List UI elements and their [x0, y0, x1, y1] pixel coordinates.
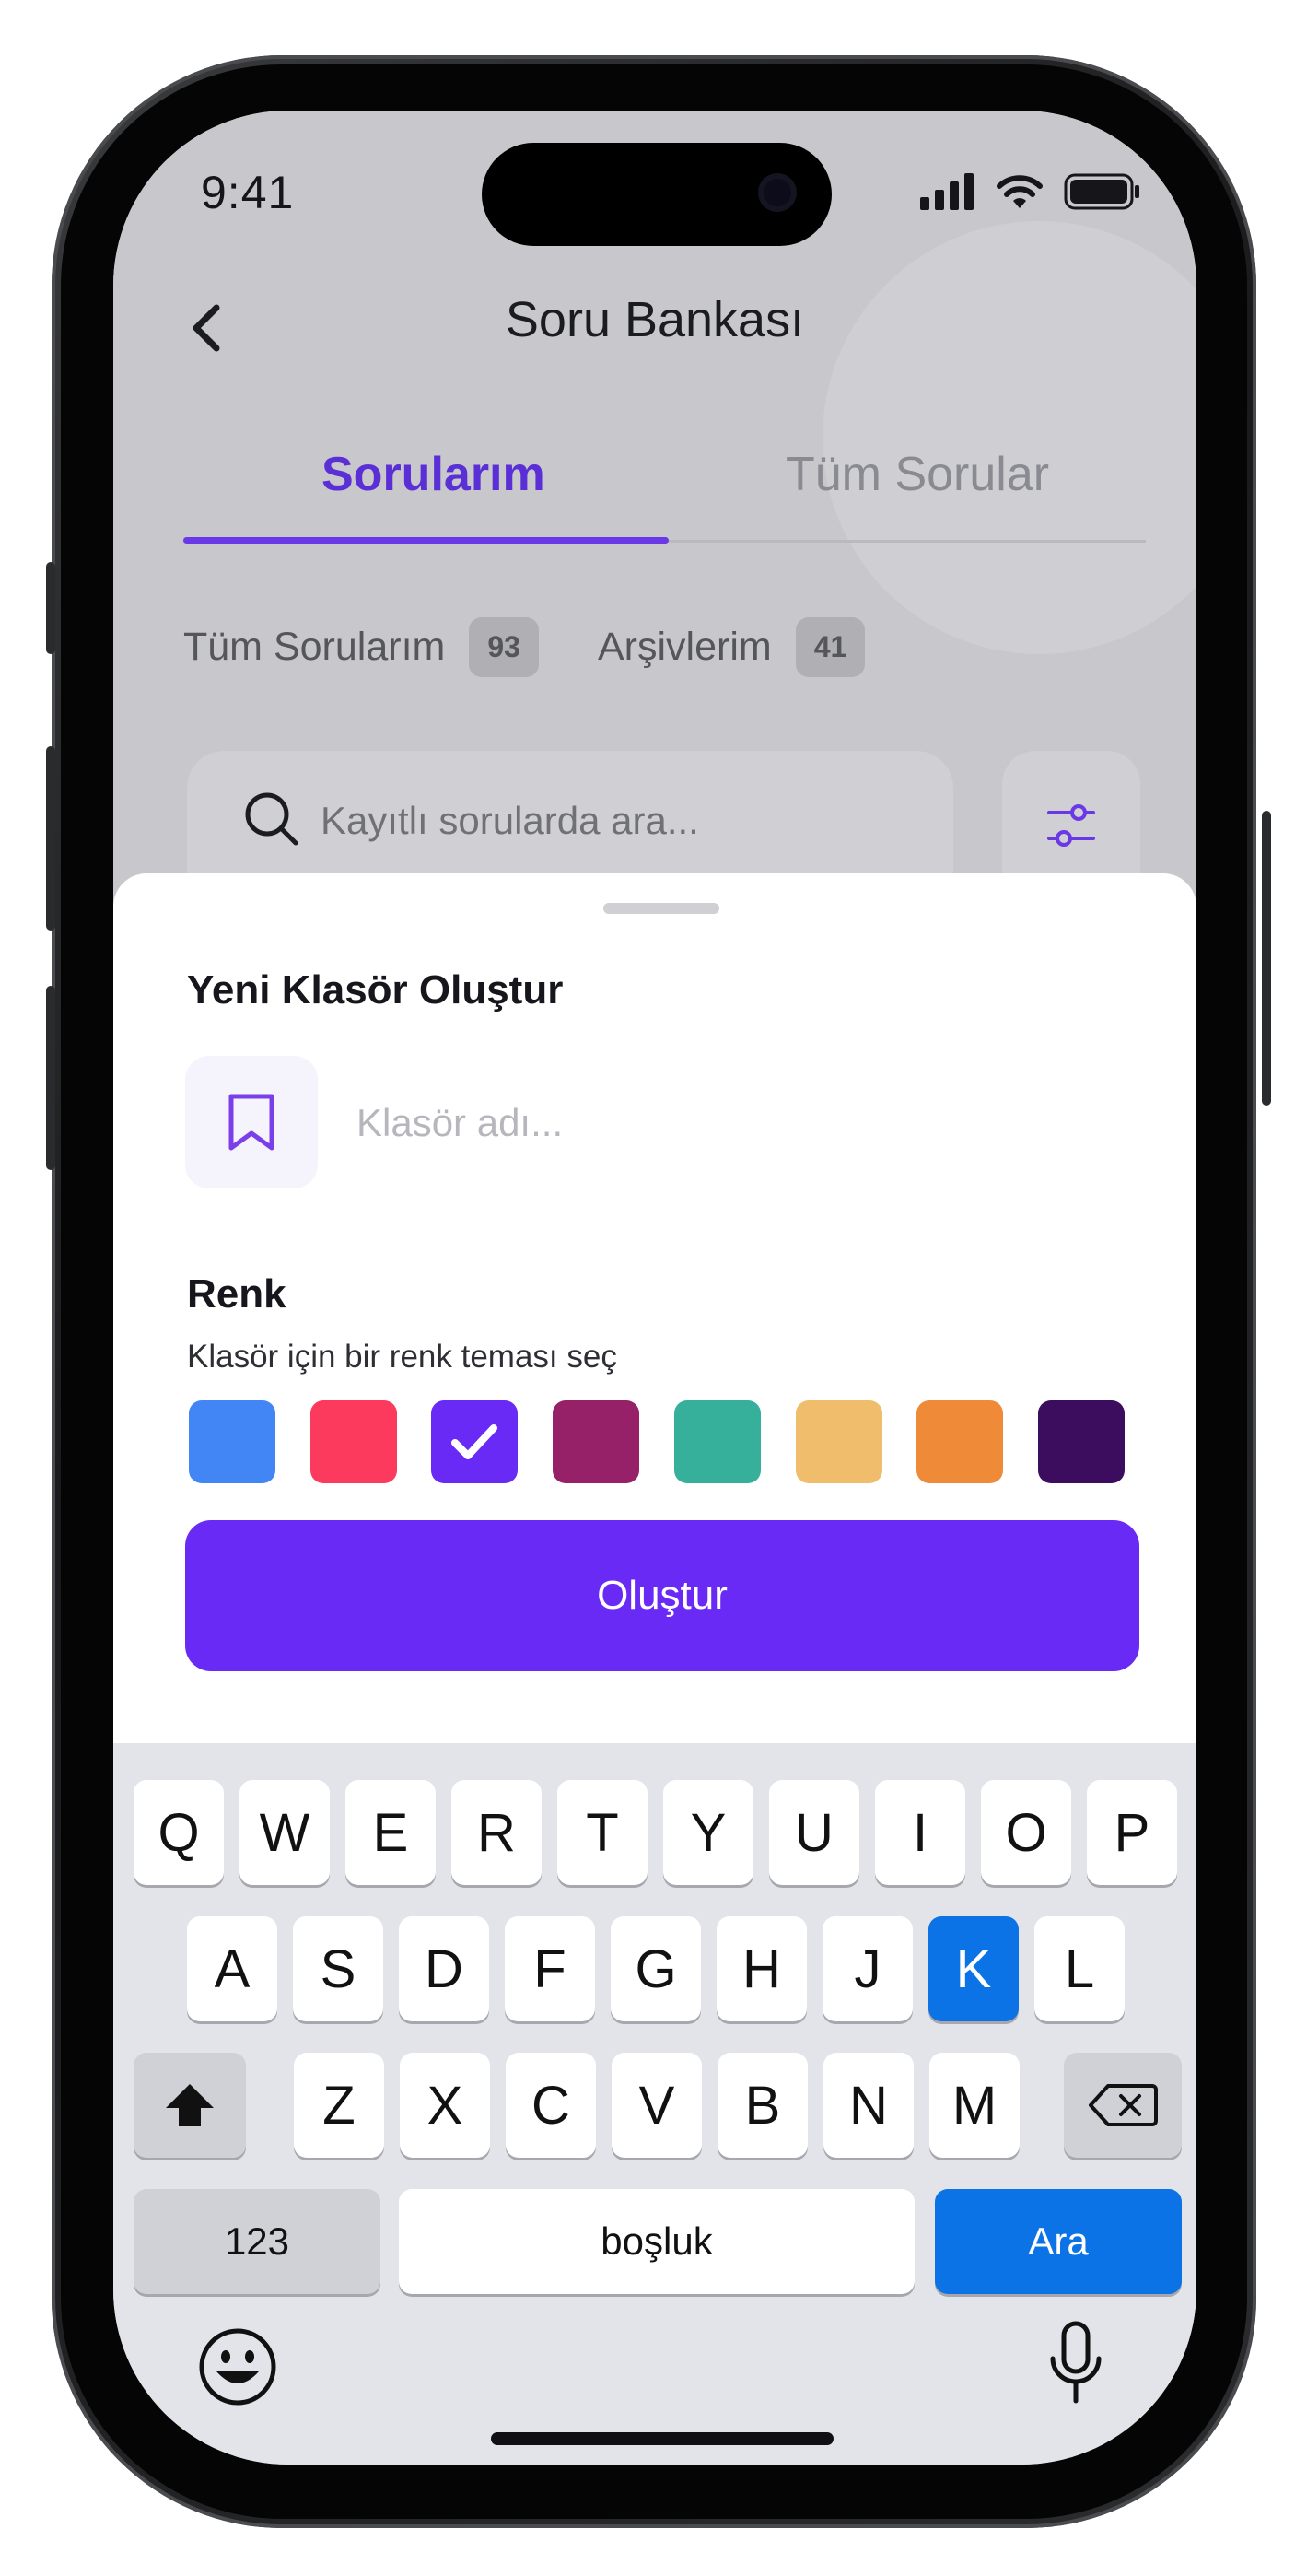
new-folder-sheet: Yeni Klasör Oluştur Renk Klasör için bir…: [113, 873, 1196, 1749]
shift-icon: [166, 2084, 214, 2126]
key-d[interactable]: D: [399, 1916, 489, 2021]
key-t[interactable]: T: [557, 1780, 648, 1885]
tab-active-indicator: [183, 537, 669, 544]
space-key[interactable]: boşluk: [399, 2189, 915, 2294]
search-key[interactable]: Ara: [935, 2189, 1182, 2294]
home-indicator[interactable]: [491, 2432, 834, 2445]
tab-my-questions[interactable]: Sorularım: [321, 447, 545, 502]
key-v[interactable]: V: [612, 2053, 702, 2158]
microphone-button[interactable]: [1044, 2318, 1108, 2410]
folder-icon-box: [185, 1056, 318, 1188]
create-button[interactable]: Oluştur: [185, 1520, 1139, 1671]
action-button: [46, 562, 55, 654]
key-a[interactable]: A: [187, 1916, 277, 2021]
shift-key[interactable]: [134, 2053, 246, 2158]
color-subtitle: Klasör için bir renk teması seç: [187, 1339, 617, 1375]
key-g[interactable]: G: [611, 1916, 701, 2021]
key-e[interactable]: E: [345, 1780, 436, 1885]
key-l[interactable]: L: [1034, 1916, 1125, 2021]
color-swatch[interactable]: [1037, 1400, 1125, 1483]
camera-icon: [758, 173, 797, 212]
search-input[interactable]: [319, 779, 921, 863]
page-title: Soru Bankası: [505, 292, 805, 347]
sheet-title: Yeni Klasör Oluştur: [187, 967, 564, 1013]
key-b[interactable]: B: [718, 2053, 808, 2158]
key-w[interactable]: W: [239, 1780, 330, 1885]
status-time: 9:41: [201, 167, 295, 218]
backspace-icon: [1089, 2084, 1158, 2126]
decorative-circle: [823, 221, 1196, 654]
key-n[interactable]: N: [823, 2053, 914, 2158]
key-x[interactable]: X: [400, 2053, 490, 2158]
volume-up-button: [46, 746, 55, 931]
key-f[interactable]: F: [505, 1916, 595, 2021]
color-swatch-selected[interactable]: [431, 1400, 519, 1483]
sliders-icon: [1047, 804, 1095, 847]
key-c[interactable]: C: [506, 2053, 596, 2158]
color-swatch[interactable]: [795, 1400, 882, 1483]
key-q[interactable]: Q: [134, 1780, 224, 1885]
emoji-button[interactable]: [196, 2325, 279, 2408]
screen: 9:41 Soru Bankası Sorularım Tüm Sorular …: [113, 111, 1196, 2465]
background-page: 9:41 Soru Bankası Sorularım Tüm Sorular …: [113, 111, 1196, 940]
filter-label: Tüm Sorularım: [183, 625, 446, 669]
volume-down-button: [46, 986, 55, 1170]
signal-icon: [920, 173, 974, 210]
emoji-icon: [199, 2328, 276, 2406]
filter-label: Arşivlerim: [598, 625, 772, 669]
key-r[interactable]: R: [451, 1780, 542, 1885]
key-y[interactable]: Y: [663, 1780, 753, 1885]
count-badge: 41: [795, 617, 866, 677]
filter-all-my-questions[interactable]: Tüm Sorularım 93: [183, 617, 539, 677]
key-s[interactable]: S: [293, 1916, 383, 2021]
folder-name-input[interactable]: [355, 1078, 1095, 1168]
keyboard: 123 boşluk Ara QWERTYUIOP ASDFGHJKL ZXCVBN…: [113, 1743, 1196, 2465]
key-u[interactable]: U: [769, 1780, 859, 1885]
power-button: [1262, 811, 1271, 1106]
backspace-key[interactable]: [1064, 2053, 1182, 2158]
key-z[interactable]: Z: [294, 2053, 384, 2158]
color-title: Renk: [187, 1271, 286, 1317]
key-h[interactable]: H: [717, 1916, 807, 2021]
status-icons: [920, 173, 1141, 210]
key-p[interactable]: P: [1087, 1780, 1177, 1885]
count-badge: 93: [469, 617, 539, 677]
key-i[interactable]: I: [875, 1780, 965, 1885]
battery-icon: [1064, 173, 1139, 210]
color-swatch[interactable]: [309, 1400, 397, 1483]
numbers-key[interactable]: 123: [134, 2189, 380, 2294]
key-j[interactable]: J: [823, 1916, 913, 2021]
bookmark-icon: [228, 1094, 274, 1151]
sheet-grabber[interactable]: [603, 903, 719, 914]
check-icon: [451, 1424, 498, 1459]
filter-archives[interactable]: Arşivlerim 41: [598, 617, 866, 677]
key-o[interactable]: O: [981, 1780, 1071, 1885]
color-swatch[interactable]: [673, 1400, 761, 1483]
wifi-icon: [997, 175, 1043, 208]
color-swatch[interactable]: [189, 1400, 275, 1483]
key-m[interactable]: M: [929, 2053, 1020, 2158]
color-swatches: [189, 1400, 1125, 1483]
color-swatch[interactable]: [916, 1400, 1004, 1483]
tab-all-questions[interactable]: Tüm Sorular: [786, 447, 1049, 502]
color-swatch[interactable]: [553, 1400, 640, 1483]
microphone-icon: [1050, 2321, 1102, 2404]
search-icon: [245, 792, 298, 846]
key-k[interactable]: K: [928, 1916, 1019, 2021]
